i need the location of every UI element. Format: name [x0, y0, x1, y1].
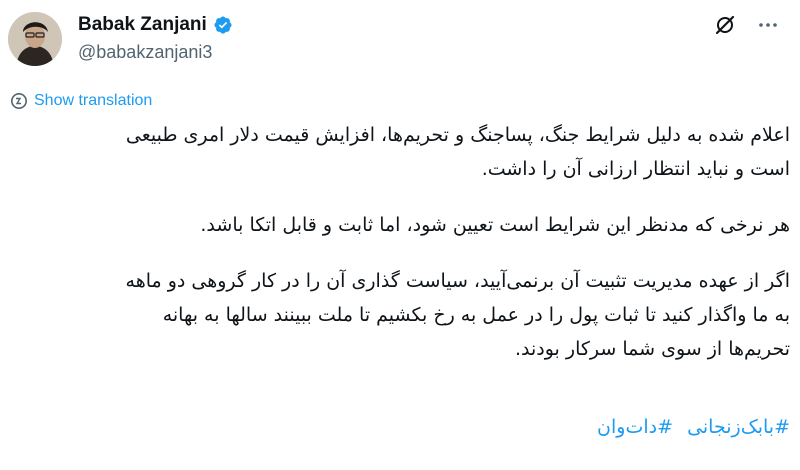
tweet-line: است و نباید انتظار ارزانی آن را داشت.: [481, 158, 790, 180]
tweet-line: اعلام شده به دلیل شرایط جنگ، پساجنگ و تح…: [125, 124, 790, 146]
tweet-line: تحریم‌ها از سوی شما سرکار بودند.: [514, 338, 790, 360]
more-icon[interactable]: [758, 15, 778, 35]
tweet-paragraph-3: اگر از عهده مدیریت تثبیت آن برنمی‌آیید، …: [12, 264, 790, 366]
translate-icon: [11, 93, 27, 109]
tweet-text: اعلام شده به دلیل شرایط جنگ، پساجنگ و تح…: [12, 118, 790, 388]
hashtag-link[interactable]: #دات‌وان: [597, 416, 673, 438]
show-translation-link[interactable]: Show translation: [10, 92, 152, 110]
top-actions: [714, 14, 778, 36]
hashtag-link[interactable]: #بابک‌زنجانی: [687, 416, 790, 438]
tweet-line: اگر از عهده مدیریت تثبیت آن برنمی‌آیید، …: [125, 270, 790, 292]
tweet-line: هر نرخی که مدنظر این شرایط است تعیین شود…: [200, 214, 790, 236]
show-translation-label: Show translation: [34, 92, 153, 109]
avatar-photo: [8, 12, 62, 66]
user-handle[interactable]: @babakzanjani3: [78, 42, 233, 63]
tweet-line: به ما واگذار کنید تا ثبات پول را در عمل …: [162, 304, 790, 326]
avatar[interactable]: [8, 12, 62, 66]
tweet-header: Babak Zanjani @babakzanjani3: [78, 12, 233, 63]
grok-icon[interactable]: [714, 14, 736, 36]
tweet-paragraph-1: اعلام شده به دلیل شرایط جنگ، پساجنگ و تح…: [12, 118, 790, 186]
name-row: Babak Zanjani: [78, 12, 233, 38]
display-name[interactable]: Babak Zanjani: [78, 14, 207, 36]
hashtag-row: #بابک‌زنجانی #دات‌وان: [589, 416, 790, 438]
tweet-paragraph-2: هر نرخی که مدنظر این شرایط است تعیین شود…: [12, 208, 790, 242]
verified-badge-icon: [214, 16, 232, 34]
